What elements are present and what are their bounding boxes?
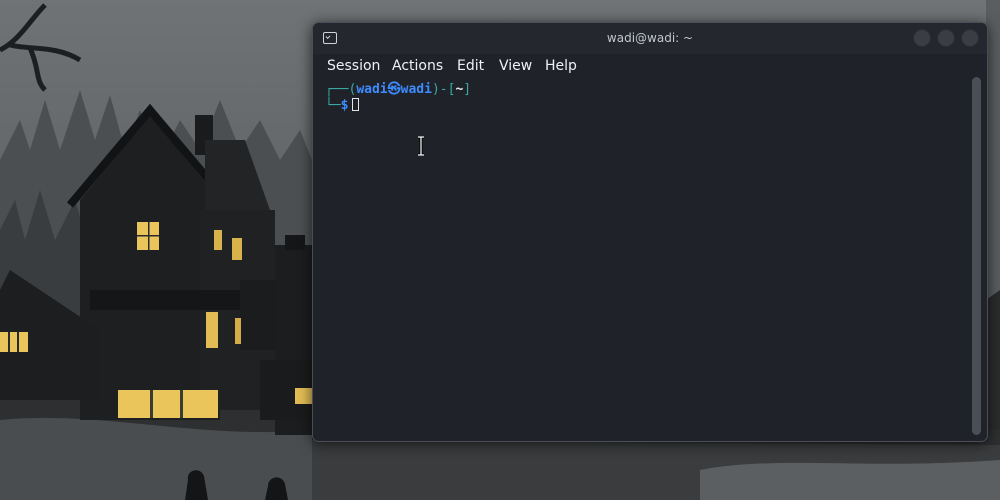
prompt-frame-open: ┌──(	[325, 82, 357, 97]
prompt-line: ┌──(wadi㉿wadi)-[~]	[325, 82, 471, 98]
menu-session[interactable]: Session	[327, 57, 380, 75]
ibeam-pointer-icon	[418, 136, 424, 156]
prompt-frame-close: └─	[325, 98, 341, 113]
menu-view[interactable]: View	[499, 57, 532, 75]
input-line[interactable]: └─$	[325, 98, 360, 114]
minimize-button[interactable]	[913, 29, 931, 47]
prompt-user: wadi	[356, 82, 388, 97]
prompt-symbol: $	[340, 98, 349, 113]
menu-help[interactable]: Help	[545, 57, 577, 75]
terminal-output[interactable]: ┌──(wadi㉿wadi)-[~] └─$	[313, 80, 971, 441]
menu-bar: Session Actions Edit View Help	[313, 54, 987, 80]
prompt-host: wadi	[400, 82, 432, 97]
menu-actions[interactable]: Actions	[392, 57, 443, 75]
maximize-button[interactable]	[937, 29, 955, 47]
close-button[interactable]	[961, 29, 979, 47]
window-title: wadi@wadi: ~	[606, 31, 694, 45]
scrollbar[interactable]	[972, 77, 981, 435]
text-cursor	[352, 98, 360, 111]
title-bar[interactable]: wadi@wadi: ~	[313, 23, 987, 54]
prompt-separator: ㉿	[387, 82, 401, 97]
prompt-path-close: ]	[463, 82, 472, 97]
terminal-window[interactable]: wadi@wadi: ~ Session Actions Edit View H…	[312, 22, 988, 442]
menu-edit[interactable]: Edit	[457, 57, 484, 75]
prompt-path-open: )-[	[431, 82, 456, 97]
